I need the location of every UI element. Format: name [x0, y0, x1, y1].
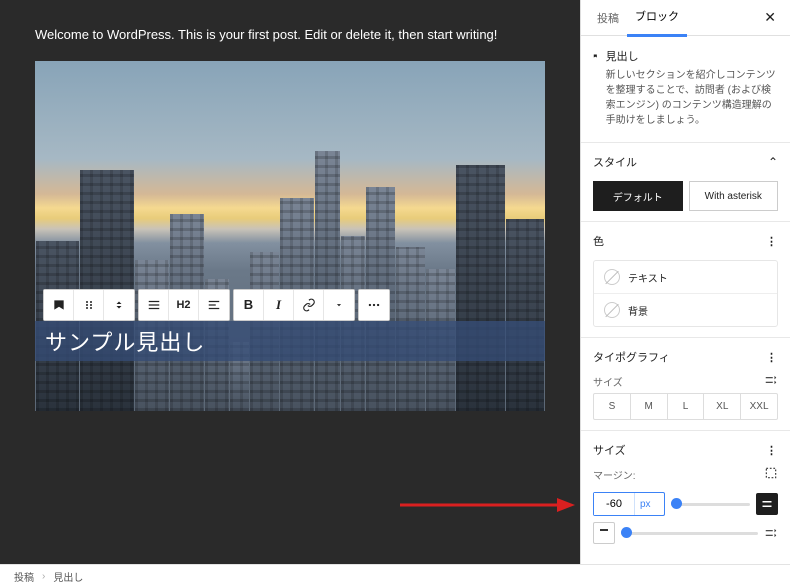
- unlink-sides-icon[interactable]: [764, 466, 778, 480]
- color-options-icon[interactable]: ⋮: [766, 235, 778, 248]
- slider-settings-icon[interactable]: [764, 526, 778, 540]
- typography-panel: タイポグラフィ ⋮ サイズ S M L XL XXL: [581, 338, 790, 431]
- style-with-asterisk[interactable]: With asterisk: [689, 181, 779, 211]
- tb-drag-icon[interactable]: [74, 290, 104, 320]
- close-icon[interactable]: ✕: [758, 5, 782, 30]
- size-xxl[interactable]: XXL: [741, 394, 777, 419]
- color-label: 色: [593, 233, 604, 249]
- editor-canvas[interactable]: Welcome to WordPress. This is your first…: [0, 0, 580, 564]
- heading-block-icon: [593, 48, 598, 64]
- tb-link-icon[interactable]: [294, 290, 324, 320]
- annotation-arrow: [400, 496, 575, 514]
- chevron-up-icon: ⌃: [768, 155, 778, 169]
- size-s[interactable]: S: [594, 394, 631, 419]
- margin-value-input[interactable]: [594, 493, 634, 515]
- crumb-heading[interactable]: 見出し: [53, 569, 83, 584]
- size-label: サイズ: [593, 374, 623, 389]
- tb-text-align-icon[interactable]: [199, 290, 229, 320]
- color-text-label: テキスト: [628, 270, 668, 285]
- tab-block[interactable]: ブロック: [627, 0, 687, 37]
- dimensions-label: サイズ: [593, 442, 626, 458]
- size-xl[interactable]: XL: [704, 394, 741, 419]
- typography-head[interactable]: タイポグラフィ ⋮: [593, 348, 778, 366]
- crumb-post[interactable]: 投稿: [14, 569, 34, 584]
- size-l[interactable]: L: [668, 394, 705, 419]
- margin-slider-2[interactable]: [621, 524, 758, 542]
- color-panel: 色 ⋮ テキスト 背景: [581, 222, 790, 338]
- tb-align-icon[interactable]: [139, 290, 169, 320]
- margin-label: マージン:: [593, 467, 636, 482]
- swatch-empty-icon: [604, 269, 620, 285]
- block-description: 見出し 新しいセクションを紹介しコンテンツを整理することで、訪問者 (および検索…: [581, 36, 790, 143]
- dim-options-icon[interactable]: ⋮: [766, 444, 778, 457]
- tb-bold[interactable]: B: [234, 290, 264, 320]
- margin-axial-icon[interactable]: [756, 493, 778, 515]
- tb-italic[interactable]: I: [264, 290, 294, 320]
- breadcrumb: 投稿 › 見出し: [0, 564, 790, 588]
- typo-options-icon[interactable]: ⋮: [766, 351, 778, 364]
- paragraph-block[interactable]: Welcome to WordPress. This is your first…: [35, 25, 545, 45]
- tab-post[interactable]: 投稿: [589, 0, 627, 36]
- size-settings-icon[interactable]: [764, 373, 778, 387]
- block-type-icon[interactable]: [44, 290, 74, 320]
- size-m[interactable]: M: [631, 394, 668, 419]
- tb-move-icon[interactable]: [104, 290, 134, 320]
- style-default[interactable]: デフォルト: [593, 181, 683, 211]
- margin-slider[interactable]: [671, 495, 750, 513]
- typography-label: タイポグラフィ: [593, 349, 670, 365]
- block-title: 見出し: [606, 48, 778, 64]
- dimensions-head[interactable]: サイズ ⋮: [593, 441, 778, 459]
- image-block[interactable]: H2 B I サンプル見出し: [35, 61, 545, 411]
- margin-input-wrap: px: [593, 492, 665, 516]
- color-panel-head[interactable]: 色 ⋮: [593, 232, 778, 250]
- slider-thumb[interactable]: [671, 498, 682, 509]
- color-background-row[interactable]: 背景: [594, 294, 777, 326]
- style-label: スタイル: [593, 154, 637, 170]
- block-desc-text: 新しいセクションを紹介しコンテンツを整理することで、訪問者 (および検索エンジン…: [606, 68, 778, 128]
- style-panel: スタイル ⌃ デフォルト With asterisk: [581, 143, 790, 222]
- slider-thumb[interactable]: [621, 527, 632, 538]
- tb-heading-level[interactable]: H2: [169, 290, 199, 320]
- margin-side-icon[interactable]: [593, 522, 615, 544]
- color-text-row[interactable]: テキスト: [594, 261, 777, 294]
- swatch-empty-icon: [604, 302, 620, 318]
- style-panel-toggle[interactable]: スタイル ⌃: [593, 153, 778, 171]
- heading-text[interactable]: サンプル見出し: [45, 325, 205, 357]
- margin-unit[interactable]: px: [634, 493, 656, 515]
- color-bg-label: 背景: [628, 303, 648, 318]
- breadcrumb-separator: ›: [42, 571, 45, 582]
- sidebar-tabs: 投稿 ブロック ✕: [581, 0, 790, 36]
- settings-sidebar: 投稿 ブロック ✕ 見出し 新しいセクションを紹介しコンテンツを整理することで、…: [580, 0, 790, 564]
- tb-options-icon[interactable]: [359, 290, 389, 320]
- tb-more-chevron-icon[interactable]: [324, 290, 354, 320]
- heading-block[interactable]: サンプル見出し: [35, 321, 545, 361]
- block-toolbar: H2 B I: [43, 289, 390, 321]
- size-presets: S M L XL XXL: [593, 393, 778, 420]
- dimensions-panel: サイズ ⋮ マージン: px: [581, 431, 790, 554]
- city-image: [35, 138, 545, 411]
